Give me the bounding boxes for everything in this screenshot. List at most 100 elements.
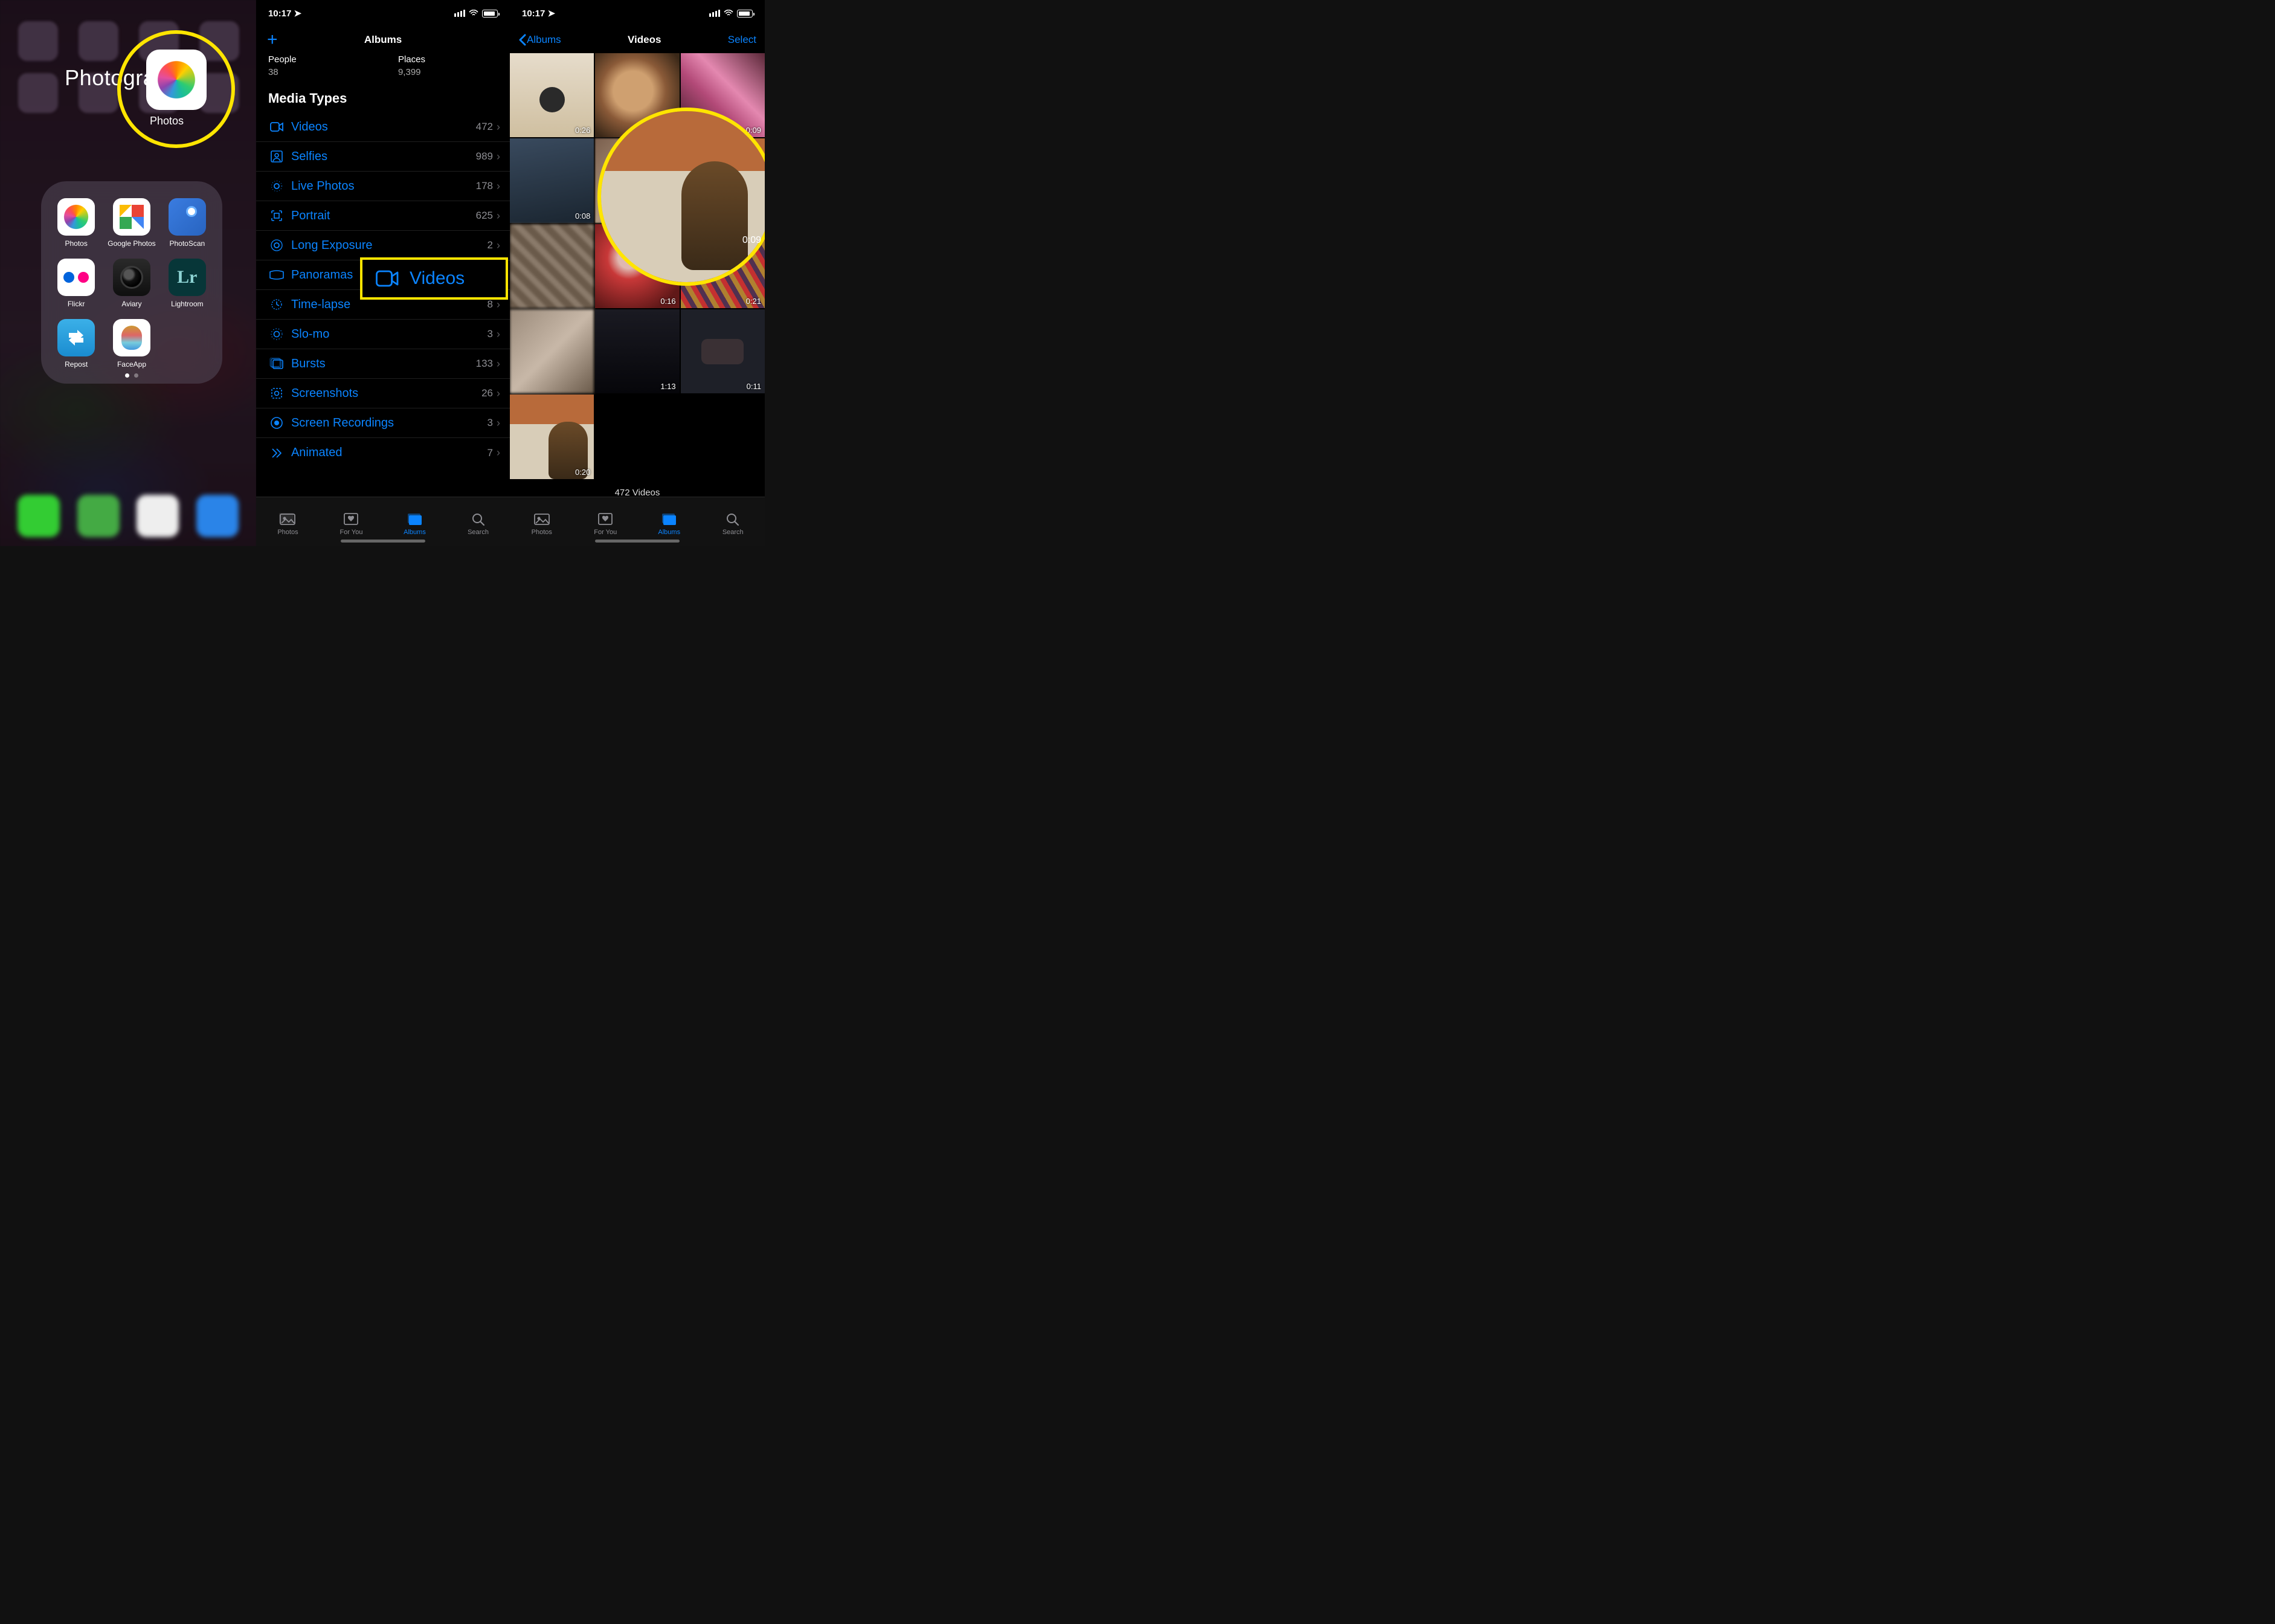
row-live-photos[interactable]: Live Photos178› (256, 172, 510, 201)
app-aviary[interactable]: Aviary (108, 259, 155, 308)
gphotos-icon (113, 198, 150, 236)
row-label: Screen Recordings (291, 416, 488, 430)
chevron-right-icon: › (497, 358, 500, 370)
nav-bar-videos: Albums Videos Select (510, 27, 765, 53)
tab-bar: Photos For You Albums Search (256, 497, 510, 546)
row-label: Animated (291, 446, 488, 460)
row-icon (268, 327, 285, 341)
row-bursts[interactable]: Bursts133 › (256, 349, 510, 379)
video-thumb[interactable]: 0:11 (681, 309, 765, 393)
app-flickr[interactable]: Flickr (56, 259, 97, 308)
places-count: 9,399 (398, 67, 425, 77)
row-label: Videos (291, 120, 476, 134)
duration-label: 0:20 (575, 468, 590, 477)
chevron-right-icon: › (497, 387, 500, 400)
duration-label: 0:11 (747, 382, 761, 391)
row-videos[interactable]: Videos472 › (256, 112, 510, 142)
app-repost[interactable]: Repost (56, 319, 97, 369)
chevron-right-icon: › (497, 328, 500, 341)
add-button[interactable]: + (267, 31, 278, 49)
row-icon (268, 150, 285, 163)
repost-icon (57, 319, 95, 356)
row-count: 8 (488, 298, 493, 311)
chevron-right-icon: › (497, 298, 500, 311)
row-count: 3 (488, 328, 493, 340)
page-dots (56, 373, 208, 378)
signal-icon (454, 10, 465, 17)
row-screen-recordings[interactable]: Screen Recordings3 › (256, 408, 510, 438)
app-faceapp[interactable]: FaceApp (108, 319, 155, 369)
row-label: Bursts (291, 357, 476, 371)
photoscan-icon (169, 198, 206, 236)
lightroom-icon: Lr (169, 259, 206, 296)
video-thumb[interactable]: 1:13 (595, 309, 679, 393)
status-bar: 10:17 ➤ (510, 0, 765, 27)
row-long-exposure[interactable]: Long Exposure2› (256, 231, 510, 260)
app-photoscan[interactable]: PhotoScan (167, 198, 208, 248)
status-time: 10:17 (268, 8, 291, 19)
callout-duration: 0:09 (742, 235, 761, 246)
places-label: Places (398, 54, 425, 65)
row-icon (268, 209, 285, 222)
tab-search[interactable]: Search (446, 497, 510, 546)
flickr-icon (57, 259, 95, 296)
tab-albums[interactable]: Albums (383, 497, 446, 546)
tab-search[interactable]: Search (701, 497, 765, 546)
app-lightroom[interactable]: LrLightroom (167, 259, 208, 308)
callout-circle-thumb: 0:09 (597, 108, 765, 286)
row-animated[interactable]: Animated7› (256, 438, 510, 468)
panel-videos: 10:17 ➤ Albums Videos Select 0:26 0:09 0:0… (510, 0, 765, 546)
chevron-left-icon (518, 34, 527, 46)
app-gphotos[interactable]: Google Photos (108, 198, 155, 248)
folder: Photos Google Photos PhotoScan Flickr Aviary… (41, 181, 222, 384)
select-button[interactable]: Select (728, 34, 756, 46)
row-selfies[interactable]: Selfies989› (256, 142, 510, 172)
section-media-types: Media Types (256, 88, 510, 112)
row-screenshots[interactable]: Screenshots26› (256, 379, 510, 408)
chevron-right-icon: › (497, 210, 500, 222)
chevron-right-icon: › (497, 121, 500, 134)
duration-label: 1:13 (660, 382, 675, 391)
back-button[interactable]: Albums (518, 34, 561, 46)
video-thumb[interactable] (510, 309, 594, 393)
status-bar: 10:17 ➤ (256, 0, 510, 27)
chevron-right-icon: › (497, 417, 500, 430)
row-count: 989 (476, 150, 493, 163)
row-count: 472 (476, 121, 493, 133)
video-thumb[interactable]: 0:08 (510, 138, 594, 222)
row-icon (268, 179, 285, 193)
row-portrait[interactable]: Portrait625› (256, 201, 510, 231)
row-count: 7 (488, 447, 493, 459)
photos-flower-icon (154, 57, 199, 102)
callout-box-videos: Videos (360, 257, 508, 300)
row-icon (268, 416, 285, 430)
tab-albums[interactable]: Albums (637, 497, 701, 546)
status-time: 10:17 (522, 8, 545, 19)
tab-foryou[interactable]: For You (320, 497, 383, 546)
people-count: 38 (268, 67, 297, 77)
tab-photos[interactable]: Photos (256, 497, 320, 546)
video-thumb[interactable] (510, 224, 594, 308)
row-label: Slo-mo (291, 327, 488, 341)
callout-label: Videos (410, 268, 465, 289)
row-count: 3 (488, 417, 493, 429)
nav-title: Videos (628, 34, 661, 46)
video-thumb[interactable]: 0:26 (510, 53, 594, 137)
tab-foryou[interactable]: For You (574, 497, 638, 546)
video-icon (376, 269, 399, 288)
home-indicator[interactable] (341, 540, 425, 543)
row-label: Long Exposure (291, 239, 488, 253)
tab-photos[interactable]: Photos (510, 497, 574, 546)
row-label: Live Photos (291, 179, 476, 193)
video-thumb[interactable]: 0:20 (510, 395, 594, 478)
row-icon (268, 387, 285, 400)
row-icon (268, 121, 285, 132)
row-slo-mo[interactable]: Slo-mo3 › (256, 320, 510, 349)
wifi-icon (469, 10, 478, 17)
row-count: 133 (476, 358, 493, 370)
home-indicator[interactable] (595, 540, 680, 543)
dock (0, 486, 256, 546)
aviary-icon (113, 259, 150, 296)
app-photos[interactable]: Photos (56, 198, 97, 248)
location-icon: ➤ (294, 8, 302, 19)
